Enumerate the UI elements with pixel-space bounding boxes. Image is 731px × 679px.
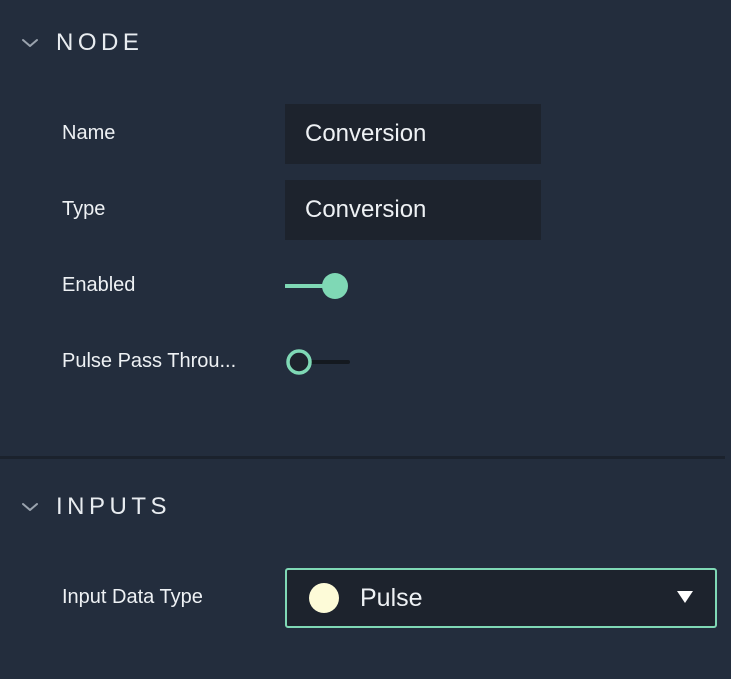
name-field-value: Conversion xyxy=(305,120,427,147)
dropdown-selected-value: Pulse xyxy=(360,584,423,612)
type-field-value: Conversion xyxy=(305,196,427,223)
pulse-pass-through-toggle[interactable] xyxy=(285,347,351,377)
properties-panel: NODE Name Conversion Type Conversion Ena… xyxy=(0,0,731,679)
name-label: Name xyxy=(62,122,116,144)
chevron-down-icon[interactable] xyxy=(21,501,39,513)
type-field: Conversion xyxy=(285,180,541,240)
section-title-inputs: INPUTS xyxy=(56,493,172,520)
input-data-type-label: Input Data Type xyxy=(62,586,203,608)
inputs-section-header[interactable]: INPUTS xyxy=(0,487,731,527)
chevron-down-icon[interactable] xyxy=(21,37,39,49)
input-data-type-dropdown[interactable]: Pulse xyxy=(285,568,717,628)
enabled-label: Enabled xyxy=(62,274,136,296)
enabled-toggle[interactable] xyxy=(284,271,351,301)
caret-down-icon xyxy=(677,591,693,603)
section-title-node: NODE xyxy=(56,29,144,56)
pulse-pass-through-label: Pulse Pass Throu... xyxy=(62,350,237,372)
type-label: Type xyxy=(62,198,106,220)
name-field[interactable]: Conversion xyxy=(285,104,541,164)
section-divider xyxy=(0,456,725,459)
node-section-header[interactable]: NODE xyxy=(0,23,731,63)
pulse-type-dot-icon xyxy=(309,583,339,613)
